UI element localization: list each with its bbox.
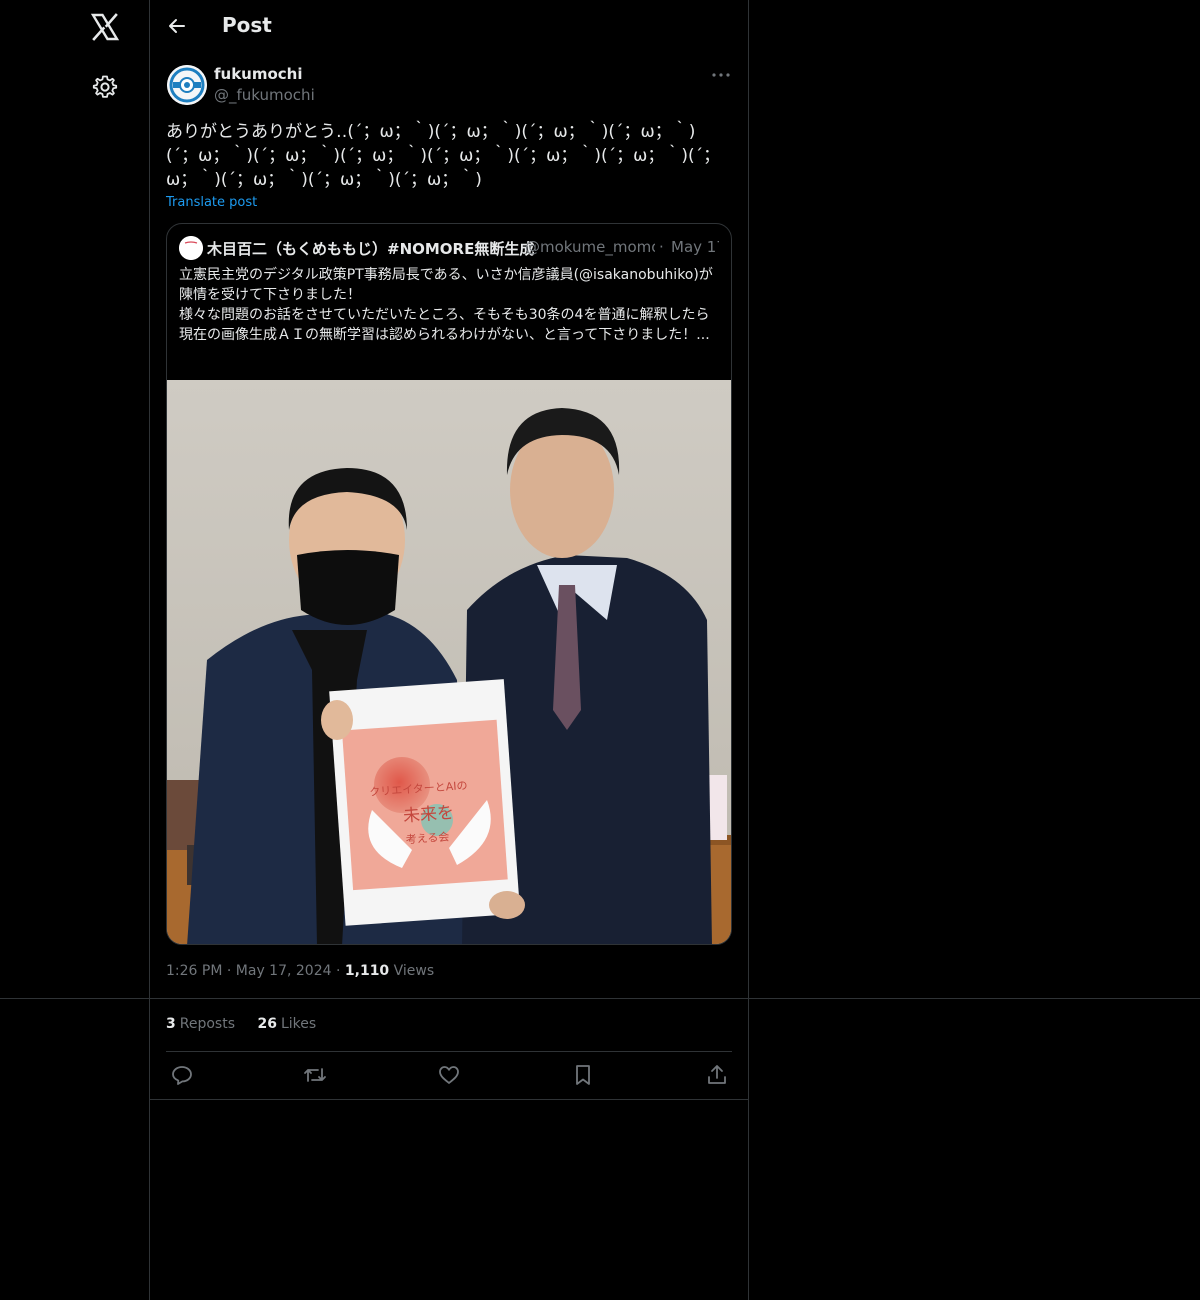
reposts-count: 3 <box>166 1016 176 1032</box>
author-name[interactable]: fukumochi <box>214 65 303 83</box>
page-title: Post <box>222 13 272 37</box>
quoted-author-name: 木目百二（もくめももじ）#NOMORE無断生成 <box>207 240 535 258</box>
divider <box>0 998 1200 999</box>
reposts-label: Reposts <box>179 1016 235 1032</box>
post-date[interactable]: May 17, 2024 <box>236 963 332 979</box>
bookmark-icon[interactable] <box>571 1063 595 1087</box>
author-handle[interactable]: @_fukumochi <box>214 86 315 104</box>
quoted-author-handle: @mokume_momo <box>525 238 655 256</box>
post-text: ありがとうありがとう‥(´；ω；｀)(´；ω；｀)(´；ω；｀)(´；ω；｀)(… <box>166 122 721 190</box>
action-bar <box>166 1063 732 1087</box>
quoted-post-text: 立憲民主党のデジタル政策PT事務局長である、いさか信彦議員(@isakanobu… <box>179 265 721 345</box>
share-icon[interactable] <box>705 1063 729 1087</box>
quoted-avatar <box>179 236 203 260</box>
left-nav-rail <box>0 0 150 1300</box>
repost-icon[interactable] <box>303 1063 327 1087</box>
quoted-post-photo[interactable]: クリエイターとAIの 未来を 考える会 <box>167 380 731 944</box>
post-detail-column: Post fukumochi @_fukumochi ありがとうありがとう‥(´… <box>150 0 749 1300</box>
views-label: Views <box>393 963 435 979</box>
gear-icon[interactable] <box>92 74 118 100</box>
top-bar: Post <box>150 0 749 54</box>
meta-dot: · <box>226 963 232 979</box>
translate-post-link[interactable]: Translate post <box>166 195 257 210</box>
engagement-stats: 3 Reposts 26 Likes <box>166 1016 334 1032</box>
post-time[interactable]: 1:26 PM <box>166 963 222 979</box>
quoted-post-header: 木目百二（もくめももじ）#NOMORE無断生成 @mokume_momo · M… <box>179 236 719 260</box>
post-meta: 1:26 PM · May 17, 2024 · 1,110 Views <box>166 963 434 979</box>
quoted-separator-dot: · <box>659 238 664 256</box>
x-logo-icon[interactable] <box>90 12 120 42</box>
heart-icon[interactable] <box>437 1063 461 1087</box>
reposts-stat[interactable]: 3 Reposts <box>166 1016 235 1032</box>
more-horizontal-icon[interactable] <box>710 66 732 84</box>
reply-icon[interactable] <box>170 1063 194 1087</box>
meta-dot: · <box>335 963 341 979</box>
arrow-left-icon[interactable] <box>166 15 188 37</box>
sign-text-line2: 未来を <box>402 803 454 827</box>
likes-count: 26 <box>257 1016 277 1032</box>
likes-label: Likes <box>280 1016 317 1032</box>
quoted-date: May 17 <box>671 238 719 256</box>
likes-stat[interactable]: 26 Likes <box>257 1016 316 1032</box>
views-count: 1,110 <box>344 963 390 979</box>
avatar[interactable] <box>167 65 207 105</box>
quoted-post-text-body: 立憲民主党のデジタル政策PT事務局長である、いさか信彦議員(@isakanobu… <box>179 267 713 343</box>
divider <box>150 1099 749 1100</box>
divider <box>166 1051 732 1052</box>
quoted-post-card[interactable]: 木目百二（もくめももじ）#NOMORE無断生成 @mokume_momo · M… <box>166 223 732 945</box>
